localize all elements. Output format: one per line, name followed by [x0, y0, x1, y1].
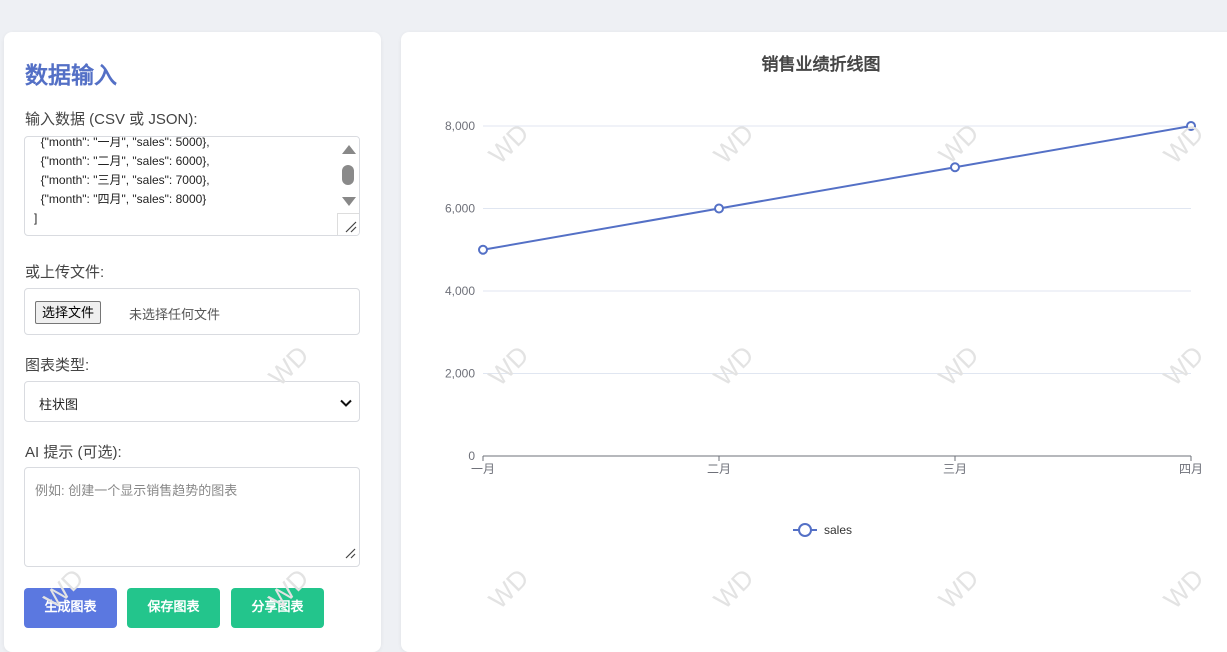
resize-handle-icon[interactable]	[337, 213, 359, 235]
x-tick-label: 二月	[707, 462, 731, 476]
ai-prompt-label: AI 提示 (可选):	[25, 444, 122, 461]
chart-type-select[interactable]: 柱状图	[24, 381, 360, 422]
resize-handle-icon[interactable]	[344, 544, 356, 563]
legend-label: sales	[824, 523, 852, 537]
y-tick-label: 6,000	[445, 202, 475, 216]
share-chart-button[interactable]: 分享图表	[231, 588, 324, 628]
chevron-down-icon	[339, 395, 353, 414]
chart-panel: 销售业绩折线图 0 2,000 4,000 6,000 8,000 一月 二月 三月 四月 sale…	[401, 32, 1227, 652]
y-tick-label: 4,000	[445, 284, 475, 298]
panel-title: 数据输入	[25, 63, 117, 89]
file-status-text: 未选择任何文件	[129, 307, 221, 322]
chart-type-selected-value: 柱状图	[39, 397, 79, 412]
data-input-line: {"month": "一月", "sales": 5000},	[34, 136, 210, 149]
data-input-label: 输入数据 (CSV 或 JSON):	[25, 111, 198, 128]
data-point	[1186, 121, 1196, 131]
data-point	[950, 162, 960, 173]
scroll-down-arrow-icon[interactable]	[342, 197, 356, 206]
ai-prompt-placeholder: 例如: 创建一个显示销售趋势的图表	[35, 483, 238, 498]
legend-marker-icon	[798, 523, 812, 537]
data-input-line: ]	[34, 211, 38, 225]
series-line-sales	[482, 125, 1192, 251]
scroll-thumb[interactable]	[342, 165, 354, 185]
chart-type-label: 图表类型:	[25, 357, 90, 374]
ai-prompt-textarea[interactable]: 例如: 创建一个显示销售趋势的图表	[24, 467, 360, 567]
choose-file-button[interactable]: 选择文件	[35, 301, 102, 324]
y-tick-label: 8,000	[445, 119, 475, 133]
data-point	[478, 244, 488, 255]
y-tick-label: 0	[468, 449, 475, 463]
upload-label: 或上传文件:	[25, 264, 105, 281]
y-tick-label: 2,000	[445, 367, 475, 381]
data-input-textarea[interactable]: {"month": "一月", "sales": 5000}, {"month"…	[24, 136, 360, 236]
save-chart-button[interactable]: 保存图表	[127, 588, 220, 628]
x-tick-label: 三月	[943, 462, 967, 476]
data-input-line: {"month": "四月", "sales": 8000}	[34, 192, 207, 206]
scroll-up-arrow-icon[interactable]	[342, 145, 356, 154]
data-input-line: {"month": "二月", "sales": 6000},	[34, 154, 210, 168]
data-input-panel: 数据输入 输入数据 (CSV 或 JSON): {"month": "一月", …	[4, 32, 381, 652]
line-chart: 销售业绩折线图 0 2,000 4,000 6,000 8,000 一月 二月 三月 四月 sale…	[445, 54, 1203, 537]
data-input-content: {"month": "一月", "sales": 5000}, {"month"…	[34, 136, 210, 228]
x-tick-label: 四月	[1179, 462, 1203, 476]
x-tick-label: 一月	[471, 462, 495, 476]
data-point	[714, 203, 724, 214]
generate-chart-button[interactable]: 生成图表	[24, 588, 117, 628]
file-upload-field: 选择文件 未选择任何文件	[24, 288, 360, 335]
chart-title: 销售业绩折线图	[762, 54, 881, 75]
data-input-line: {"month": "三月", "sales": 7000},	[34, 173, 210, 187]
